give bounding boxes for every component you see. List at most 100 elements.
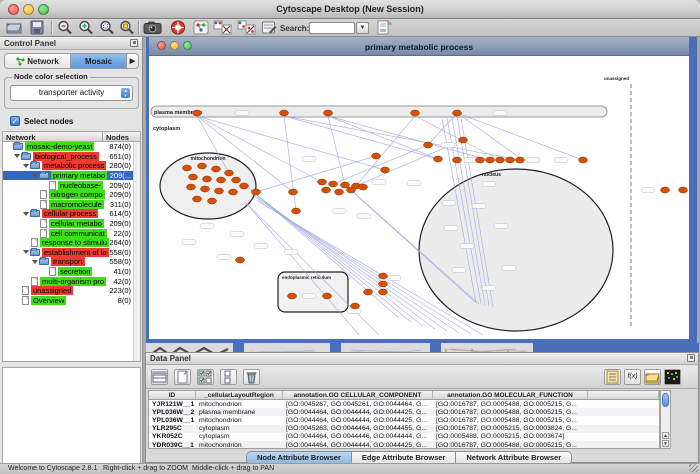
graph-node[interactable] (215, 188, 224, 194)
graph-node[interactable] (379, 289, 388, 295)
tree-row[interactable]: nucleobase-209(0) (3, 180, 140, 190)
tree-column-nodes[interactable]: Nodes (103, 132, 140, 141)
open-icon[interactable] (6, 20, 22, 35)
zoom-selected-icon[interactable] (119, 20, 135, 35)
tree-row-label[interactable]: nitrogen compo (49, 190, 105, 199)
table-scrollbar[interactable]: ▲ ▼ (660, 390, 671, 449)
table-scrollbar-thumb[interactable] (662, 393, 669, 407)
resize-grip[interactable] (689, 463, 698, 472)
tree-row[interactable]: nitrogen compo209(0) (3, 190, 140, 200)
graph-node[interactable] (381, 167, 390, 173)
node-color-dropdown[interactable]: transporter activity ▲▼ (10, 85, 133, 101)
tree-row[interactable]: unassigned223(0) (3, 286, 140, 296)
search-input[interactable] (309, 22, 355, 34)
scroll-down-icon[interactable]: ▼ (662, 440, 669, 447)
table-cell[interactable]: [GO:0045267, GO:0045261, GO:0044464, G..… (283, 401, 433, 408)
tree-row-label[interactable]: cellular process (42, 209, 98, 218)
graph-node[interactable] (252, 189, 261, 195)
tree-row[interactable]: establishment of lo558(0) (3, 248, 140, 258)
tree-row-label[interactable]: establishment of lo (42, 248, 109, 257)
graph-node[interactable] (208, 198, 217, 204)
attribute-matrix-icon[interactable] (151, 369, 168, 385)
search-dropdown-button[interactable]: ▼ (356, 22, 369, 34)
tree-row[interactable]: macromolecule311(0) (3, 200, 140, 210)
import-attributes-icon[interactable] (644, 369, 661, 385)
tree-row[interactable]: transport558(0) (3, 257, 140, 267)
graph-node[interactable] (288, 293, 297, 299)
table-cell[interactable]: [GO:0044464, GO:0044444, GO:0044425, G..… (283, 409, 433, 416)
graph-edge[interactable] (247, 204, 359, 335)
graph-node[interactable] (679, 187, 688, 193)
scroll-up-icon[interactable]: ▲ (662, 432, 669, 439)
table-cell[interactable]: YPL036W__1 (149, 417, 196, 424)
new-attribute-icon[interactable] (174, 369, 191, 385)
tab-network[interactable]: Network (5, 54, 71, 68)
graph-node[interactable] (424, 142, 433, 148)
float-panel-icon[interactable] (687, 354, 695, 362)
unselect-attributes-icon[interactable] (220, 369, 237, 385)
table-cell[interactable]: [GO:0016787, GO:0005488, GO:0005215, G..… (433, 417, 588, 424)
graph-node[interactable] (486, 157, 495, 163)
help-icon[interactable] (170, 20, 186, 35)
graph-node[interactable] (187, 184, 196, 190)
annotation-plugin-icon[interactable] (261, 20, 277, 35)
tree-row-label[interactable]: cell communicat (49, 229, 107, 238)
table-row[interactable]: YKR052Ccytoplasm[GO:0044464, GO:0044446,… (149, 433, 659, 441)
select-nodes-checkbox[interactable]: ✓ (10, 116, 20, 126)
tree-row[interactable]: biological_process651(0) (3, 152, 140, 162)
layout-plugin-icon-2[interactable] (237, 20, 257, 35)
graph-node[interactable] (232, 177, 241, 183)
tree-row[interactable]: multi-organism pro42(0) (3, 276, 140, 286)
tree-row-label[interactable]: nucleobase- (58, 181, 103, 190)
table-cell[interactable]: mitochondrion (196, 401, 283, 408)
attribute-list-icon[interactable] (604, 369, 621, 385)
table-cell[interactable]: YKR052C (149, 433, 196, 440)
graph-node[interactable] (292, 208, 301, 214)
tree-row[interactable]: cell communicat22(0) (3, 228, 140, 238)
graph-node[interactable] (364, 289, 373, 295)
table-cell[interactable]: [GO:0005488, GO:0005215, GO:0003674] (433, 433, 588, 440)
zoom-fit-icon[interactable] (99, 20, 115, 35)
graph-node[interactable] (236, 257, 245, 263)
graph-node[interactable] (212, 166, 221, 172)
expander-icon[interactable] (32, 260, 38, 264)
tree-row-label[interactable]: cellular metabo (49, 219, 104, 228)
tree-row-label[interactable]: Overview (31, 296, 66, 305)
graph-node[interactable] (476, 157, 485, 163)
tab-mosaic[interactable]: Mosaic (71, 54, 126, 68)
graph-node[interactable] (459, 137, 468, 143)
table-row[interactable]: YJR121W__1mitochondrion[GO:0045267, GO:0… (149, 400, 659, 408)
graph-node[interactable] (193, 196, 202, 202)
graph-node[interactable] (324, 110, 333, 116)
table-cell[interactable]: plasma membrane (196, 409, 283, 416)
graph-edge[interactable] (284, 116, 438, 159)
graph-node[interactable] (372, 153, 381, 159)
table-row[interactable]: YPL036W__2plasma membrane[GO:0044464, GO… (149, 408, 659, 416)
graph-node[interactable] (506, 157, 515, 163)
graph-node[interactable] (203, 176, 212, 182)
table-cell[interactable]: cytoplasm (196, 425, 283, 432)
table-cell[interactable]: YJR121W__1 (149, 401, 196, 408)
table-cell[interactable]: [GO:0044464, GO:0044444, GO:0044425, G..… (283, 417, 433, 424)
graph-node[interactable] (217, 177, 226, 183)
expander-icon[interactable] (23, 250, 29, 254)
tree-row-label[interactable]: transport (51, 257, 85, 266)
tab-overflow-arrow[interactable]: ▶ (126, 54, 138, 68)
graph-edge[interactable] (284, 116, 296, 211)
table-cell[interactable]: YDR039C__1 (149, 442, 196, 449)
graph-node[interactable] (359, 184, 368, 190)
table-cell[interactable]: [GO:0045263, GO:0044464, GO:0044455, G..… (283, 425, 433, 432)
expander-icon[interactable] (14, 154, 20, 158)
graph-edge[interactable] (328, 116, 345, 185)
tree-row-label[interactable]: macromolecule (49, 200, 104, 209)
table-cell[interactable]: YPL036W__2 (149, 409, 196, 416)
graph-node[interactable] (198, 163, 207, 169)
graph-node[interactable] (347, 187, 356, 193)
overview-plugin-icon[interactable] (193, 20, 209, 35)
expander-icon[interactable] (23, 164, 29, 168)
graph-node[interactable] (329, 181, 338, 187)
graph-node[interactable] (280, 110, 289, 116)
column-header-cellular-component[interactable]: annotation.GO CELLULAR_COMPONENT (283, 391, 433, 399)
table-cell[interactable]: YLR295C (149, 425, 196, 432)
graph-node[interactable] (453, 157, 462, 163)
